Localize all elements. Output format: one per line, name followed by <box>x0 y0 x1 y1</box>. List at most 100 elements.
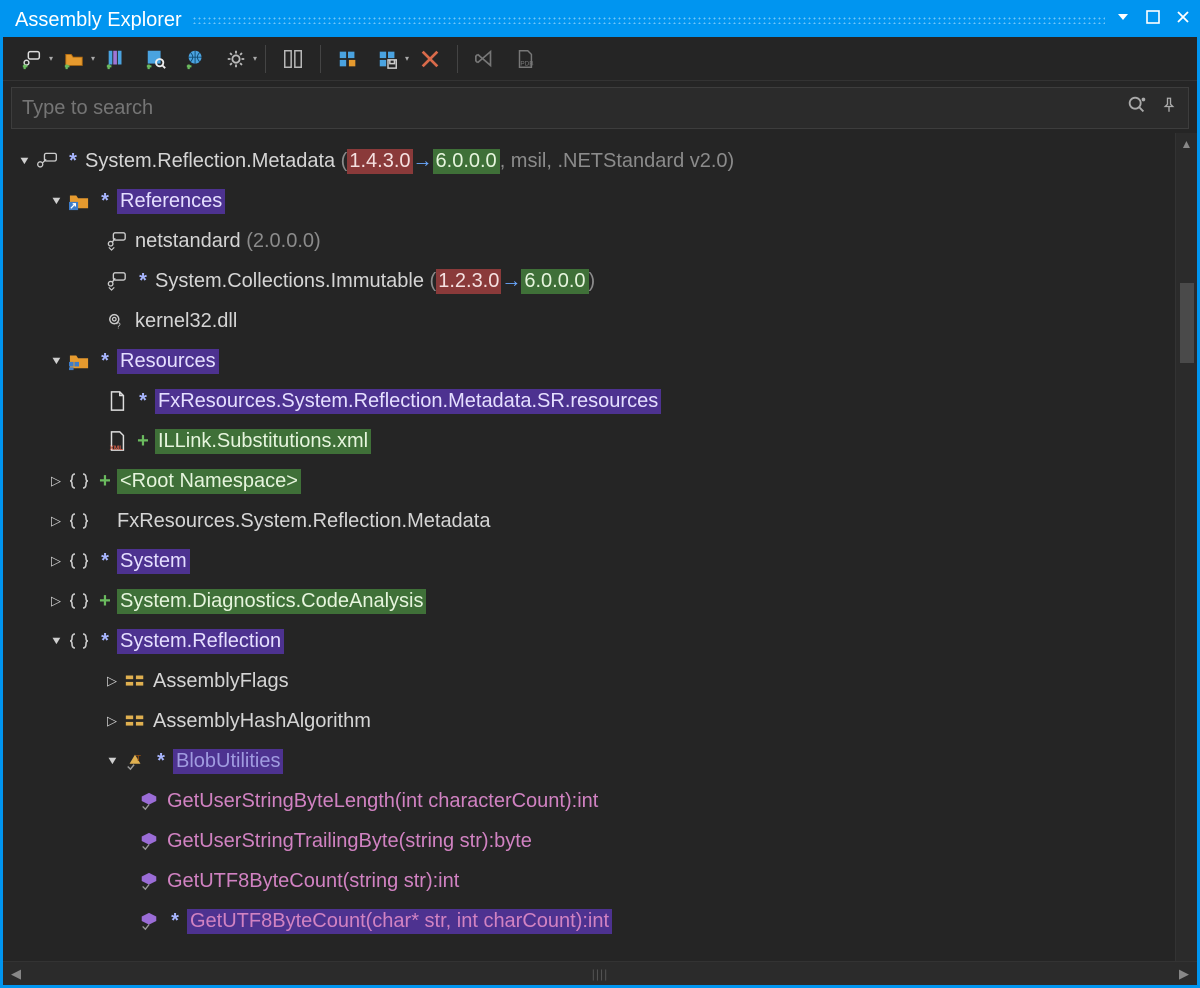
assembly-new-version: 6.0.0.0 <box>433 149 500 174</box>
namespace-icon <box>65 631 93 651</box>
layout-button[interactable] <box>274 42 312 76</box>
folder-shortcut-icon <box>65 191 93 211</box>
add-reference-button[interactable] <box>13 42 51 76</box>
scroll-up-icon[interactable]: ▲ <box>1176 133 1197 155</box>
assembly-tree[interactable]: * System.Reflection.Metadata ( 1.4.3.0 →… <box>3 133 1175 961</box>
method-icon <box>135 831 163 851</box>
references-label: References <box>117 189 225 214</box>
add-folder-button[interactable] <box>55 42 93 76</box>
references-node[interactable]: * References <box>3 181 1175 221</box>
save-grid-button[interactable] <box>369 42 407 76</box>
reference-icon <box>103 271 131 291</box>
reference-immutable[interactable]: * System.Collections.Immutable ( 1.2.3.0… <box>3 261 1175 301</box>
horizontal-scrollbar[interactable]: ◀ |||| ▶ <box>3 961 1197 985</box>
resource-illink[interactable]: XML + ILLink.Substitutions.xml <box>3 421 1175 461</box>
enum-icon <box>121 672 149 690</box>
ref-new-version: 6.0.0.0 <box>521 269 588 294</box>
grid-folder-button[interactable] <box>329 42 367 76</box>
svg-text:XML: XML <box>110 445 124 452</box>
toolbar: ▾ ▾ ▾ ▾ <box>3 37 1197 81</box>
ref-old-version: 1.2.3.0 <box>436 269 501 294</box>
svg-text:?: ? <box>116 321 121 330</box>
method-label: GetUTF8ByteCount(string str):int <box>167 870 459 893</box>
ns-label: FxResources.System.Reflection.Metadata <box>117 510 491 533</box>
ns-reflection[interactable]: * System.Reflection <box>3 621 1175 661</box>
type-assemblyhash[interactable]: AssemblyHashAlgorithm <box>3 701 1175 741</box>
ref-version: (2.0.0.0) <box>246 230 320 253</box>
method-icon <box>135 911 163 931</box>
type-blobutilities[interactable]: T * BlobUtilities <box>3 741 1175 781</box>
xml-file-icon: XML <box>103 430 131 452</box>
vertical-scrollbar[interactable]: ▲ <box>1175 133 1197 961</box>
reference-icon <box>103 231 131 251</box>
dll-icon: ? <box>103 311 131 331</box>
close-icon[interactable] <box>1175 9 1191 31</box>
scroll-right-icon[interactable]: ▶ <box>1171 966 1197 982</box>
method-m2[interactable]: GetUserStringTrailingByte(string str):by… <box>3 821 1175 861</box>
namespace-icon <box>65 511 93 531</box>
add-globe-button[interactable] <box>177 42 215 76</box>
vs-button[interactable] <box>466 42 504 76</box>
type-assemblyflags[interactable]: AssemblyFlags <box>3 661 1175 701</box>
method-m1[interactable]: GetUserStringByteLength(int characterCou… <box>3 781 1175 821</box>
method-m4[interactable]: * GetUTF8ByteCount(char* str, int charCo… <box>3 901 1175 941</box>
assembly-name: System.Reflection.Metadata <box>85 150 335 173</box>
ns-diag[interactable]: + System.Diagnostics.CodeAnalysis <box>3 581 1175 621</box>
reference-kernel32[interactable]: ? kernel32.dll <box>3 301 1175 341</box>
resource-sr[interactable]: * FxResources.System.Reflection.Metadata… <box>3 381 1175 421</box>
file-icon <box>103 390 131 412</box>
namespace-icon <box>65 591 93 611</box>
delete-button[interactable] <box>411 42 449 76</box>
pin-icon[interactable] <box>1160 94 1178 122</box>
scroll-grip-icon[interactable]: |||| <box>29 967 1171 981</box>
method-icon <box>135 791 163 811</box>
titlebar: Assembly Explorer <box>3 3 1197 37</box>
folder-resources-icon <box>65 351 93 371</box>
svg-text:T: T <box>136 754 141 763</box>
add-search-button[interactable] <box>137 42 175 76</box>
resources-node[interactable]: * Resources <box>3 341 1175 381</box>
ns-root[interactable]: + <Root Namespace> <box>3 461 1175 501</box>
class-icon: T <box>121 751 149 771</box>
ns-fx[interactable]: * FxResources.System.Reflection.Metadata <box>3 501 1175 541</box>
ref-name: netstandard <box>135 230 241 253</box>
add-assemblies-button[interactable] <box>97 42 135 76</box>
reference-netstandard[interactable]: netstandard (2.0.0.0) <box>3 221 1175 261</box>
assembly-old-version: 1.4.3.0 <box>347 149 412 174</box>
search-options-icon[interactable] <box>1126 94 1148 122</box>
pdb-button[interactable]: PDB <box>506 42 544 76</box>
resource-label: FxResources.System.Reflection.Metadata.S… <box>155 389 661 414</box>
scroll-thumb[interactable] <box>1180 283 1194 363</box>
ns-label: <Root Namespace> <box>117 469 301 494</box>
assembly-suffix: , msil, .NETStandard v2.0) <box>500 150 735 173</box>
window-title: Assembly Explorer <box>9 9 182 32</box>
search-input[interactable] <box>12 91 1116 126</box>
titlebar-grip[interactable] <box>192 16 1105 24</box>
method-label: GetUserStringByteLength(int characterCou… <box>167 790 598 813</box>
ns-label: System.Diagnostics.CodeAnalysis <box>117 589 426 614</box>
namespace-icon <box>65 551 93 571</box>
scroll-left-icon[interactable]: ◀ <box>3 966 29 982</box>
search-bar <box>11 87 1189 129</box>
maximize-icon[interactable] <box>1145 9 1161 31</box>
method-label: GetUTF8ByteCount(char* str, int charCoun… <box>187 909 612 934</box>
ns-system[interactable]: * System <box>3 541 1175 581</box>
type-label: AssemblyFlags <box>153 670 289 693</box>
ref-name: System.Collections.Immutable <box>155 270 424 293</box>
ns-label: System <box>117 549 190 574</box>
namespace-icon <box>65 471 93 491</box>
dropdown-icon[interactable] <box>1115 9 1131 31</box>
resource-label: ILLink.Substitutions.xml <box>155 429 371 454</box>
method-icon <box>135 871 163 891</box>
method-label: GetUserStringTrailingByte(string str):by… <box>167 830 532 853</box>
ref-name: kernel32.dll <box>135 310 237 333</box>
assembly-icon <box>33 151 61 171</box>
enum-icon <box>121 712 149 730</box>
assembly-node[interactable]: * System.Reflection.Metadata ( 1.4.3.0 →… <box>3 141 1175 181</box>
type-label: AssemblyHashAlgorithm <box>153 710 371 733</box>
settings-button[interactable] <box>217 42 255 76</box>
method-m3[interactable]: GetUTF8ByteCount(string str):int <box>3 861 1175 901</box>
ns-label: System.Reflection <box>117 629 284 654</box>
svg-text:PDB: PDB <box>520 60 533 67</box>
type-label: BlobUtilities <box>173 749 283 774</box>
